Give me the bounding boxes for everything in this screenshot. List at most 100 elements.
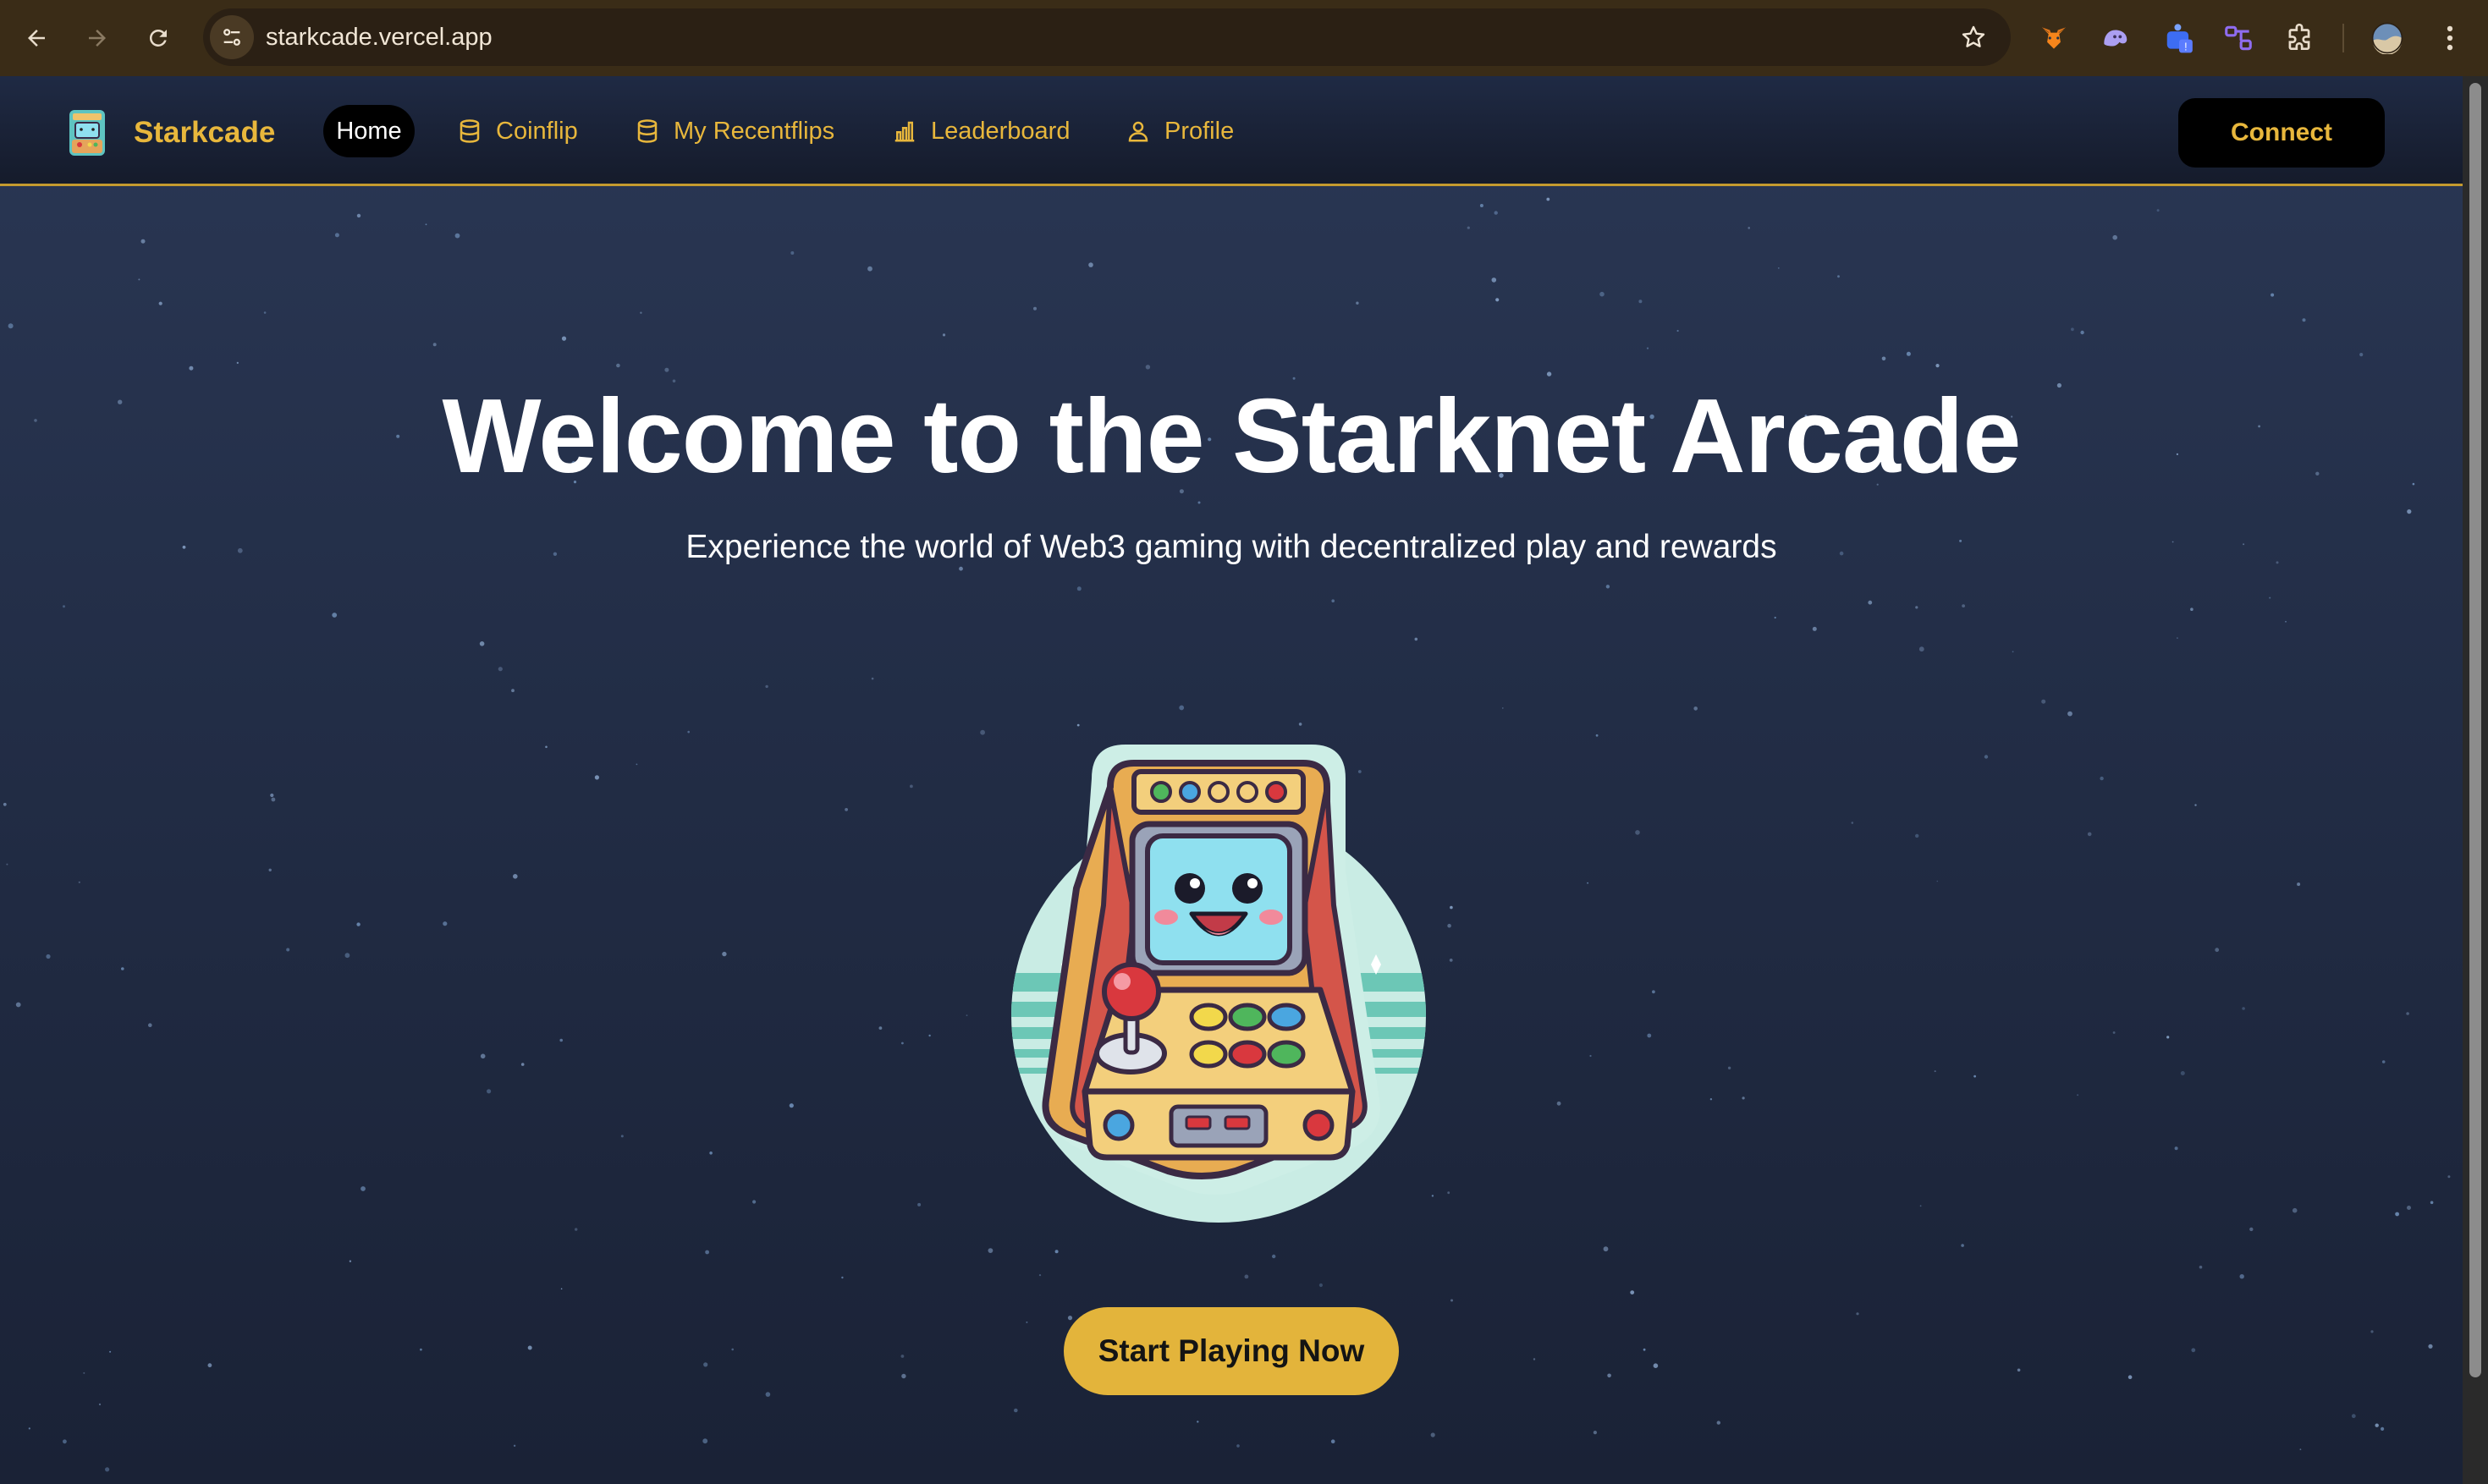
metamask-fox-icon[interactable]	[2036, 20, 2072, 56]
scrollbar-thumb[interactable]	[2469, 83, 2481, 1377]
star-dot	[28, 1427, 30, 1430]
star-dot	[2100, 776, 2104, 781]
star-dot	[2177, 637, 2178, 639]
ghost-wallet-icon[interactable]	[2097, 20, 2133, 56]
star-dot	[1693, 706, 1698, 711]
star-dot	[2215, 948, 2220, 953]
star-dot	[2407, 509, 2412, 514]
star-dot	[1450, 1299, 1453, 1302]
star-dot	[2297, 882, 2301, 887]
star-dot	[2194, 804, 2197, 806]
star-dot	[148, 1023, 152, 1027]
star-dot	[722, 951, 727, 957]
star-dot	[575, 1228, 578, 1231]
nav-leaderboard[interactable]: Leaderboard	[892, 105, 1070, 157]
star-dot	[703, 1362, 708, 1367]
star-dot	[1936, 880, 1939, 882]
brand-name[interactable]: Starkcade	[134, 108, 275, 157]
star-dot	[1915, 606, 1918, 609]
star-dot	[1088, 262, 1093, 267]
star-dot	[1918, 646, 1924, 652]
star-dot	[2292, 1207, 2298, 1213]
star-dot	[527, 1345, 532, 1350]
arcade-machine-illustration	[1011, 745, 1426, 1223]
star-dot	[1643, 1348, 1646, 1351]
star-dot	[1716, 1421, 1721, 1425]
star-dot	[1145, 365, 1151, 370]
star-dot	[1635, 830, 1640, 835]
reload-icon[interactable]	[139, 19, 178, 58]
nav-home[interactable]: Home	[323, 105, 415, 157]
star-dot	[443, 921, 448, 926]
star-dot	[1856, 1312, 1859, 1316]
star-dot	[867, 266, 872, 272]
star-dot	[2302, 318, 2306, 322]
star-dot	[1607, 1373, 1611, 1378]
star-dot	[2112, 234, 2117, 240]
star-dot	[2156, 209, 2160, 212]
star-dot	[511, 689, 515, 693]
forward-arrow-icon[interactable]	[78, 19, 117, 58]
star-dot	[1026, 1321, 1028, 1323]
nav-my-recentflips[interactable]: My Recentflips	[635, 105, 834, 157]
url-text[interactable]: starkcade.vercel.app	[266, 8, 493, 66]
star-dot	[1014, 1408, 1018, 1413]
star-dot	[1599, 291, 1605, 297]
star-dot	[2407, 1206, 2411, 1210]
star-dot	[1646, 347, 1649, 349]
star-dot	[487, 1089, 492, 1094]
star-dot	[594, 775, 600, 780]
nav-coinflip[interactable]: Coinflip	[457, 105, 578, 157]
user-icon	[1128, 121, 1148, 142]
star-dot	[1638, 300, 1643, 304]
star-dot	[1430, 1432, 1435, 1437]
network-extension-icon[interactable]	[2221, 20, 2256, 56]
tune-icon[interactable]	[210, 15, 254, 59]
star-dot	[356, 922, 361, 926]
star-dot	[189, 366, 194, 371]
star-dot	[2299, 1448, 2302, 1450]
nav-profile[interactable]: Profile	[1126, 105, 1234, 157]
star-dot	[2428, 1344, 2433, 1349]
star-dot	[3, 802, 7, 806]
back-arrow-icon[interactable]	[17, 19, 56, 58]
star-dot	[2067, 711, 2072, 717]
nav-profile-label: Profile	[1164, 117, 1235, 145]
star-dot	[1556, 1101, 1561, 1106]
star-dot	[1502, 707, 1504, 709]
star-dot	[1546, 371, 1552, 376]
star-icon[interactable]	[1960, 24, 1987, 51]
star-dot	[513, 874, 518, 879]
wallet-badge-icon[interactable]: !	[2161, 20, 2197, 56]
star-dot	[2395, 1212, 2400, 1217]
start-playing-button[interactable]: Start Playing Now	[1064, 1307, 1399, 1395]
star-dot	[1491, 278, 1497, 283]
star-dot	[1709, 1098, 1713, 1101]
connect-button[interactable]: Connect	[2178, 98, 2385, 168]
puzzle-extensions-icon[interactable]	[2282, 20, 2317, 56]
star-dot	[2381, 1060, 2386, 1064]
star-dot	[1984, 755, 1989, 759]
star-dot	[1915, 833, 1919, 838]
star-dot	[988, 1248, 994, 1253]
star-dot	[1935, 364, 1940, 368]
star-dot	[765, 684, 768, 689]
star-dot	[1593, 1431, 1597, 1435]
star-dot	[1961, 1244, 1964, 1247]
star-dot	[2174, 1146, 2178, 1151]
star-dot	[1727, 1066, 1731, 1070]
profile-avatar[interactable]	[2370, 20, 2405, 56]
star-dot	[1331, 599, 1335, 602]
star-dot	[6, 863, 8, 866]
star-dot	[917, 1202, 922, 1206]
star-dot	[2127, 1375, 2133, 1379]
bar-chart-icon	[894, 121, 915, 142]
star-dot	[1851, 822, 1854, 824]
more-vert-icon[interactable]	[2432, 20, 2468, 56]
address-bar[interactable]: starkcade.vercel.app	[203, 8, 2011, 66]
star-dot	[702, 1438, 708, 1444]
star-dot	[1812, 626, 1817, 631]
star-dot	[268, 868, 272, 871]
arcade-logo-icon[interactable]	[64, 108, 110, 157]
star-dot	[2087, 832, 2092, 837]
